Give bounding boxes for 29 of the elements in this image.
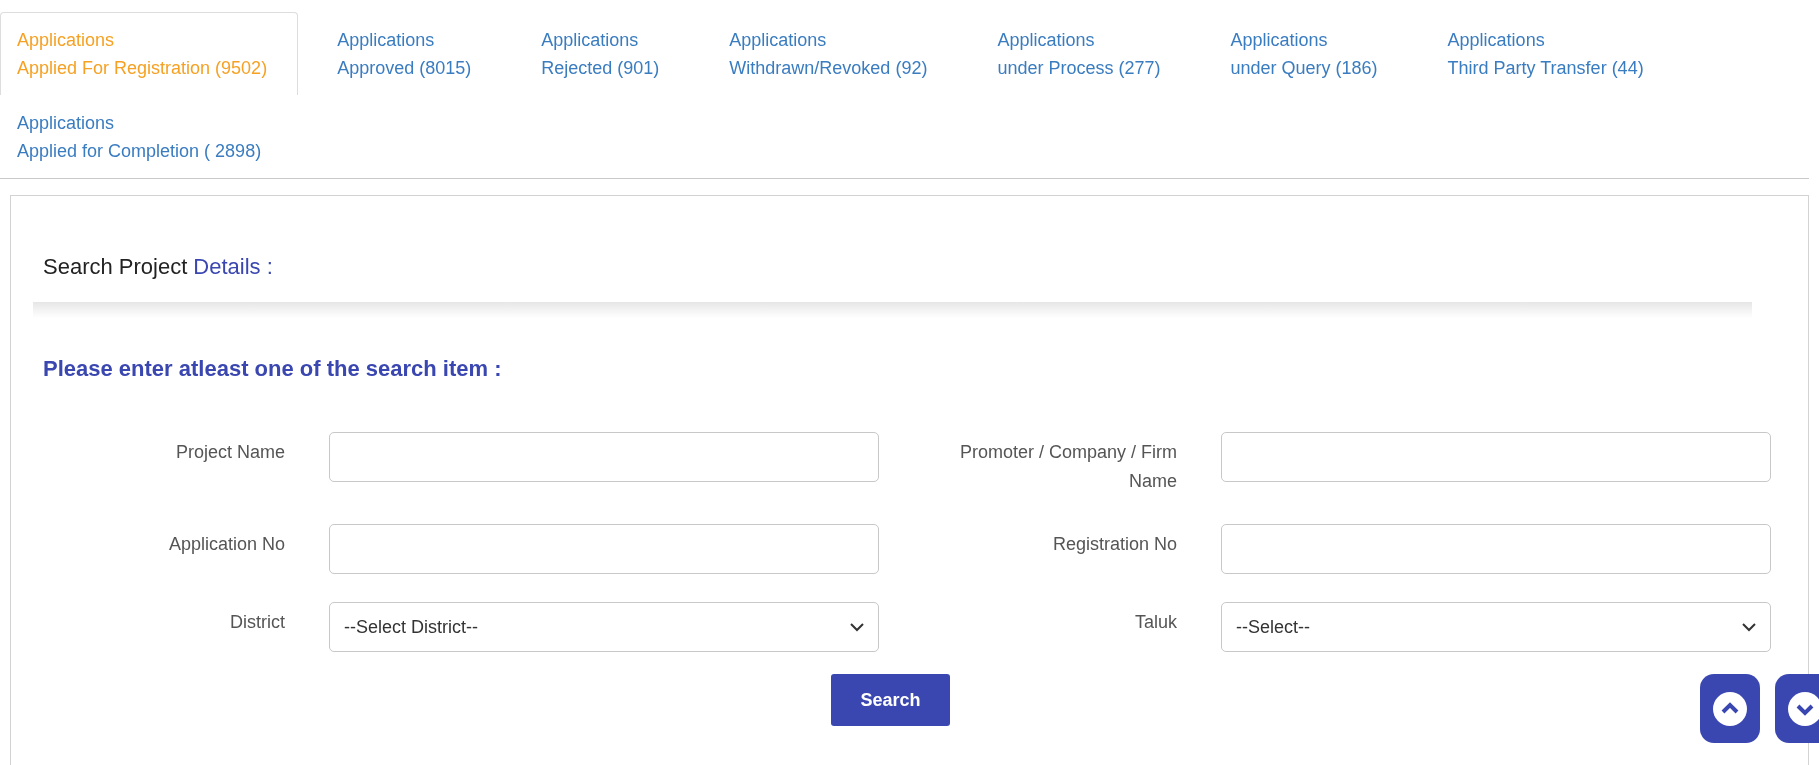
field-label: District [229, 611, 285, 634]
status-tab[interactable]: Applications Withdrawn/Revoked (92) [712, 12, 959, 95]
instruction-text: Please enter atleast one of the search item : [43, 356, 503, 382]
status-tab[interactable]: Applications Applied for Completion ( 2898) [0, 95, 293, 178]
scroll-down-button[interactable] [1775, 674, 1819, 743]
status-tab[interactable]: Applications Rejected (901) [524, 12, 691, 95]
field-label: Promoter / Company / Firm Name [958, 441, 1177, 493]
caret-icon [1742, 622, 1756, 632]
status-tab[interactable]: Applications under Process (277) [980, 12, 1192, 95]
caret-icon [850, 622, 864, 632]
dropdown[interactable]: --Select District-- [329, 602, 879, 652]
input-field[interactable] [1221, 524, 1771, 574]
scroll-up-button[interactable] [1700, 674, 1760, 743]
status-tab[interactable]: Applications under Query (186) [1213, 12, 1409, 95]
panel-heading-accent: Details : [193, 254, 273, 280]
search-button[interactable]: Search [831, 674, 950, 726]
input-field[interactable] [1221, 432, 1771, 482]
field-label: Taluk [1133, 611, 1177, 634]
input-field[interactable] [329, 432, 879, 482]
chevron-down-icon [1788, 691, 1819, 726]
field-label: Application No [167, 533, 285, 556]
field-label: Project Name [174, 441, 285, 464]
chevron-up-icon [1713, 691, 1747, 726]
status-tab[interactable]: Applications Approved (8015) [320, 12, 503, 95]
input-field[interactable] [329, 524, 879, 574]
field-label: Registration No [1051, 533, 1177, 556]
panel-heading: Search Project [43, 254, 188, 280]
dropdown[interactable]: --Select-- [1221, 602, 1771, 652]
status-tab[interactable]: Applications Third Party Transfer (44) [1430, 12, 1675, 95]
